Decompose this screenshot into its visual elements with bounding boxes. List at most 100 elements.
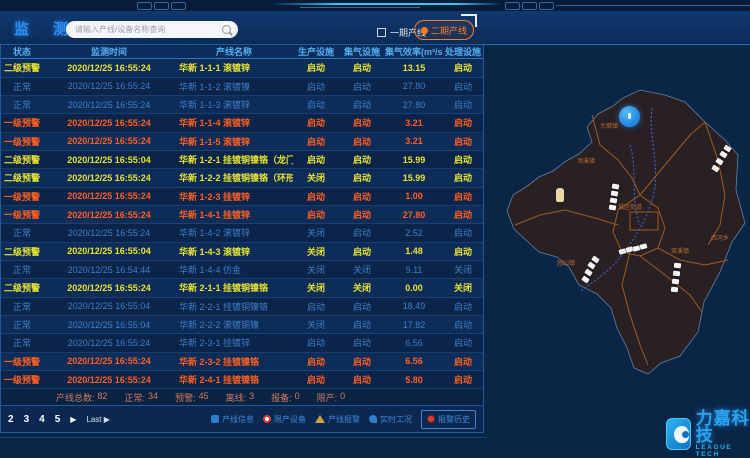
- page-button[interactable]: 3: [24, 414, 30, 425]
- alarm-icon: [315, 415, 325, 423]
- search-icon[interactable]: [222, 25, 231, 34]
- table-row[interactable]: 正常 2020/12/25 16:55:24 华新 2-3-1 挂镀锌 启动 启…: [1, 334, 483, 352]
- table-row[interactable]: 一级预警 2020/12/25 16:55:24 华新 1-1-5 滚镀锌 启动…: [1, 133, 483, 151]
- factory-marker[interactable]: [611, 190, 619, 196]
- table-row[interactable]: 正常 2020/12/25 16:55:04 华新 2-2-2 滚镀铜镍 关闭 …: [1, 316, 483, 334]
- line-name-cell: 华新 1-1-4 滚镀锌: [175, 116, 293, 129]
- search-box[interactable]: [66, 21, 238, 38]
- gas-rate-cell: 13.15: [385, 63, 443, 73]
- time-cell: 2020/12/25 16:55:04: [43, 320, 175, 330]
- page-button[interactable]: 4: [39, 414, 45, 425]
- table-row[interactable]: 一级预警 2020/12/25 16:55:24 华新 1-1-4 滚镀锌 启动…: [1, 114, 483, 132]
- line-name-cell: 华新 1-4-2 滚镀锌: [175, 226, 293, 239]
- table-row[interactable]: 二级预警 2020/12/25 16:55:24 华新 1-1-1 滚镀锌 启动…: [1, 59, 483, 77]
- gas-rate-cell: 15.99: [385, 155, 443, 165]
- gas-facility-cell: 启动: [339, 355, 385, 368]
- legend-item[interactable]: 实时工况: [369, 414, 412, 425]
- legend-item[interactable]: 产线报警: [315, 414, 360, 425]
- factory-marker[interactable]: [610, 197, 618, 203]
- search-input[interactable]: [66, 25, 238, 34]
- status-cell: 二级预警: [1, 281, 43, 294]
- time-cell: 2020/12/25 16:55:24: [43, 283, 175, 293]
- summary-label: 预警:: [175, 391, 196, 404]
- time-cell: 2020/12/25 16:55:24: [43, 81, 175, 91]
- production-facility-cell: 启动: [293, 190, 339, 203]
- table-row[interactable]: 正常 2020/12/25 16:54:44 华新 1-4-4 仿金 关闭 关闭…: [1, 261, 483, 279]
- table-body: 二级预警 2020/12/25 16:55:24 华新 1-1-1 滚镀锌 启动…: [1, 59, 483, 389]
- production-facility-cell: 启动: [293, 208, 339, 221]
- logo-name: 力嘉科技: [696, 410, 750, 444]
- realtime-icon: [369, 415, 377, 423]
- gas-rate-cell: 6.56: [385, 356, 443, 366]
- summary-item: 产线总数: 82: [56, 391, 108, 404]
- time-cell: 2020/12/25 16:55:24: [43, 356, 175, 366]
- table-row[interactable]: 二级预警 2020/12/25 16:55:24 华新 1-2-2 挂镀铜镍铬（…: [1, 169, 483, 187]
- status-cell: 二级预警: [1, 245, 43, 258]
- map-region[interactable]: [507, 90, 745, 374]
- page-buttons: 2345: [8, 414, 60, 425]
- table-row[interactable]: 正常 2020/12/25 16:55:04 华新 2-2-1 挂镀铜镍铬 启动…: [1, 298, 483, 316]
- legend-item[interactable]: 报警历史: [421, 410, 476, 429]
- time-cell: 2020/12/25 16:55:24: [43, 136, 175, 146]
- page-button[interactable]: 5: [55, 414, 61, 425]
- legend-item[interactable]: 限产设备: [263, 414, 306, 425]
- table-row[interactable]: 二级预警 2020/12/25 16:55:04 华新 1-2-1 挂镀铜镍铬（…: [1, 151, 483, 169]
- decor-glyph: [154, 2, 169, 10]
- gas-facility-cell: 启动: [339, 373, 385, 386]
- line-name-cell: 华新 1-1-2 滚镀镍: [175, 80, 293, 93]
- table-row[interactable]: 一级预警 2020/12/25 16:55:24 华新 2-4-1 挂镀镍铬 启…: [1, 371, 483, 389]
- table-row[interactable]: 正常 2020/12/25 16:55:24 华新 1-1-3 滚镀锌 启动 启…: [1, 96, 483, 114]
- table-row[interactable]: 一级预警 2020/12/25 16:55:24 华新 1-4-1 挂镀锌 启动…: [1, 206, 483, 224]
- production-facility-cell: 关闭: [293, 226, 339, 239]
- gas-facility-cell: 启动: [339, 171, 385, 184]
- summary-value: 34: [148, 391, 158, 404]
- factory-marker[interactable]: [674, 263, 681, 269]
- table-row[interactable]: 正常 2020/12/25 16:55:24 华新 1-4-2 滚镀锌 关闭 启…: [1, 224, 483, 242]
- summary-label: 限产:: [317, 391, 338, 404]
- gas-rate-cell: 27.80: [385, 81, 443, 91]
- line-name-cell: 华新 1-2-3 挂镀锌: [175, 190, 293, 203]
- factory-marker[interactable]: [673, 271, 680, 277]
- next-page-button[interactable]: ▶: [70, 415, 76, 424]
- page-button[interactable]: 2: [8, 414, 14, 425]
- legend-label: 产线报警: [328, 414, 360, 425]
- table-row[interactable]: 一级预警 2020/12/25 16:55:24 华新 1-2-3 挂镀锌 启动…: [1, 188, 483, 206]
- gas-facility-cell: 启动: [339, 226, 385, 239]
- table-row[interactable]: 二级预警 2020/12/25 16:55:24 华新 2-1-1 挂镀铜镍铬 …: [1, 279, 483, 297]
- treatment-facility-cell: 启动: [443, 80, 483, 93]
- factory-marker[interactable]: [672, 279, 679, 285]
- treatment-facility-cell: 启动: [443, 336, 483, 349]
- column-header: 生产设施: [293, 45, 339, 58]
- gas-facility-cell: 启动: [339, 135, 385, 148]
- map-circle-marker[interactable]: [619, 106, 640, 127]
- flame-icon: [420, 25, 430, 35]
- top-decor-strip: [0, 0, 750, 11]
- legend-item[interactable]: 产线信息: [211, 414, 254, 425]
- production-facility-cell: 启动: [293, 300, 339, 313]
- production-facility-cell: 关闭: [293, 263, 339, 276]
- status-cell: 正常: [1, 318, 43, 331]
- factory-marker[interactable]: [612, 183, 620, 189]
- decor-swoosh: [268, 3, 503, 5]
- summary-value: 82: [98, 391, 108, 404]
- checkbox-icon[interactable]: [377, 28, 386, 37]
- treatment-facility-cell: 启动: [443, 135, 483, 148]
- production-facility-cell: 启动: [293, 153, 339, 166]
- summary-value: 45: [199, 391, 209, 404]
- history-icon: [427, 415, 435, 423]
- factory-marker[interactable]: [609, 204, 617, 210]
- factory-marker[interactable]: [671, 287, 678, 293]
- gas-facility-cell: 启动: [339, 116, 385, 129]
- production-facility-cell: 启动: [293, 61, 339, 74]
- status-cell: 正常: [1, 263, 43, 276]
- line-name-cell: 华新 1-4-4 仿金: [175, 263, 293, 276]
- district-map[interactable]: [480, 60, 750, 400]
- table-row[interactable]: 一级预警 2020/12/25 16:55:24 华新 2-3-2 挂镀镍铬 启…: [1, 353, 483, 371]
- last-page-button[interactable]: Last ▶: [86, 415, 110, 424]
- table-row[interactable]: 正常 2020/12/25 16:55:24 华新 1-1-2 滚镀镍 启动 启…: [1, 78, 483, 96]
- decor-glyph: [539, 2, 554, 10]
- time-cell: 2020/12/25 16:55:24: [43, 375, 175, 385]
- summary-label: 报备:: [271, 391, 292, 404]
- gas-rate-cell: 27.80: [385, 210, 443, 220]
- table-row[interactable]: 二级预警 2020/12/25 16:55:04 华新 1-4-3 滚镀锌 关闭…: [1, 243, 483, 261]
